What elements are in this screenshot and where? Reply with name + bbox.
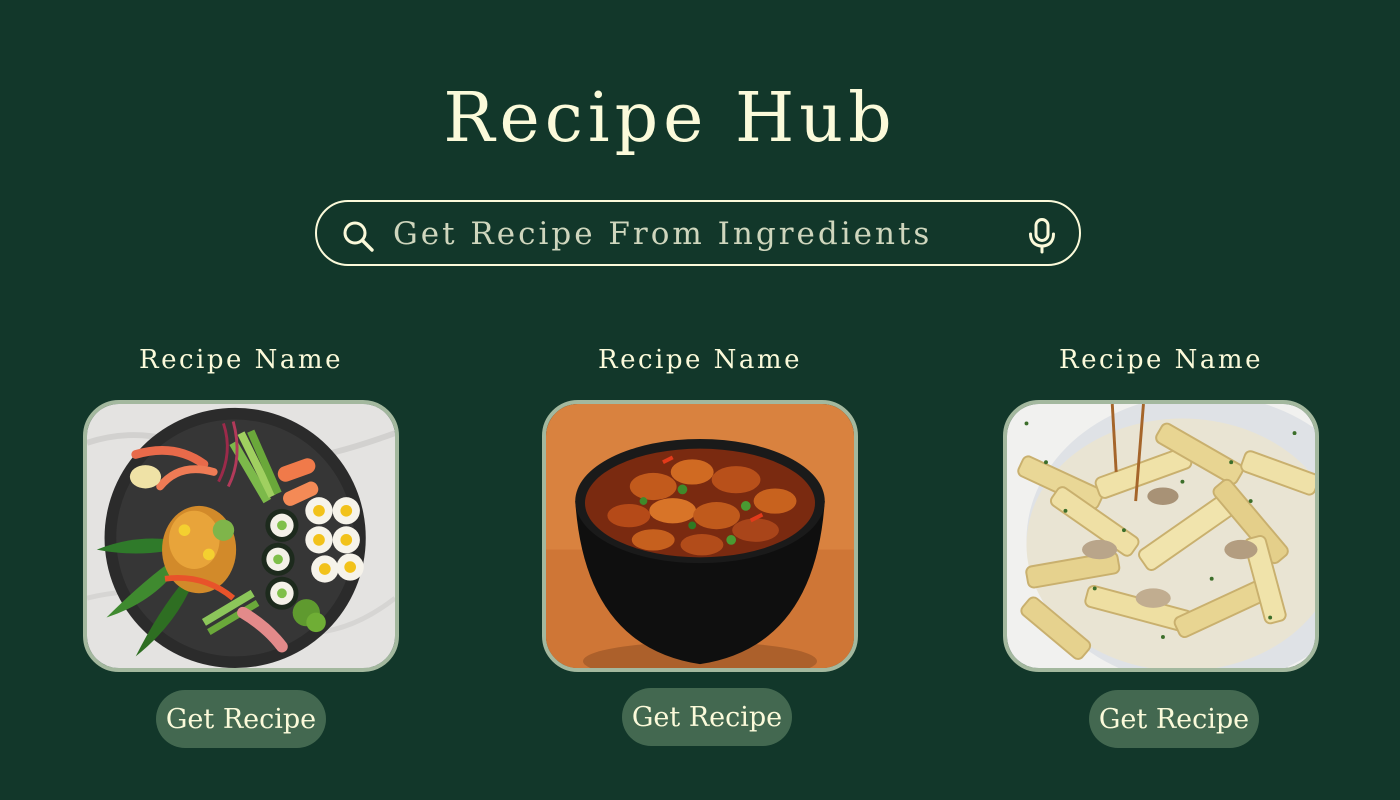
recipe-hub-page: Recipe Hub Recipe Name xyxy=(0,0,1400,800)
get-recipe-button[interactable]: Get Recipe xyxy=(622,688,792,746)
search-input[interactable] xyxy=(393,212,993,256)
search-bar[interactable] xyxy=(315,200,1081,266)
recipe-image-curry-bowl[interactable] xyxy=(542,400,858,672)
recipe-image-creamy-penne-pasta[interactable] xyxy=(1003,400,1319,672)
get-recipe-button[interactable]: Get Recipe xyxy=(156,690,326,748)
get-recipe-button[interactable]: Get Recipe xyxy=(1089,690,1259,748)
recipe-name: Recipe Name xyxy=(598,345,802,375)
sushi-platter-image xyxy=(87,404,395,668)
page-title: Recipe Hub xyxy=(443,79,897,158)
curry-bowl-image xyxy=(546,404,854,668)
recipe-image-sushi-platter[interactable] xyxy=(83,400,399,672)
creamy-penne-pasta-image xyxy=(1007,404,1315,668)
recipe-name: Recipe Name xyxy=(1059,345,1263,375)
recipe-card-2: Recipe Name Get Recipe xyxy=(540,340,860,746)
recipe-card-1: Recipe Name Get Recipe xyxy=(81,340,401,748)
search-icon[interactable] xyxy=(341,219,375,253)
recipe-name: Recipe Name xyxy=(139,345,343,375)
microphone-icon[interactable] xyxy=(1027,218,1057,254)
recipe-card-3: Recipe Name Get Recipe xyxy=(1001,340,1321,748)
